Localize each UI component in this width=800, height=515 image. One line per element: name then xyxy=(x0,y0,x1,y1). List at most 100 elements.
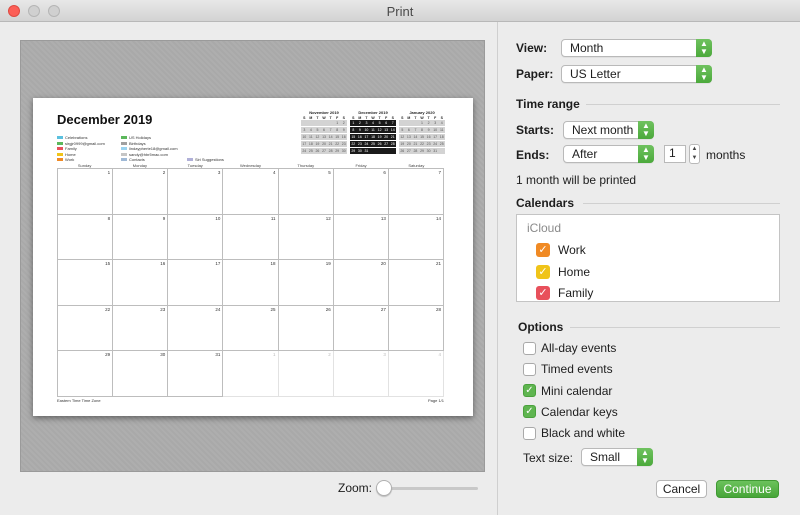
mini-day: 17 xyxy=(433,135,438,139)
day-cell: 1 xyxy=(58,169,114,215)
option-label: Mini calendar xyxy=(541,383,613,398)
mini-calendar-november: November 2019 S M T W T F S 1 2 3 4 5 6 7 8 9 10 11 12 13 14 1… xyxy=(301,110,347,155)
day-number: 6 xyxy=(383,170,386,175)
day-number: 10 xyxy=(215,215,221,221)
checkbox-checked-icon[interactable]: ✓ xyxy=(523,384,536,398)
legend-label: Celebrations xyxy=(65,135,88,141)
mini-day: 12 xyxy=(400,135,405,139)
ends-count-stepper[interactable]: ▲ ▼ xyxy=(689,144,700,164)
calendar-item-family[interactable]: ✓ Family xyxy=(536,285,593,301)
day-number: 27 xyxy=(380,306,386,312)
weekday-header: Tuesday xyxy=(187,163,203,168)
day-number: 20 xyxy=(380,261,386,267)
mini-day: 4 xyxy=(440,121,443,125)
day-number: 13 xyxy=(380,215,386,221)
legend-label: Siri Suggestions xyxy=(195,157,224,163)
mini-day: 16 xyxy=(426,135,431,139)
starts-popup[interactable]: Next month ▲ ▼ xyxy=(563,121,654,139)
mini-day: 9 xyxy=(342,128,345,132)
checkbox-checked-icon[interactable]: ✓ xyxy=(523,405,536,419)
chevron-updown-icon: ▲ ▼ xyxy=(696,65,712,83)
mini-day xyxy=(308,120,315,126)
mini-day: 18 xyxy=(439,135,444,139)
mini-day: 27 xyxy=(384,142,389,146)
mini-day xyxy=(301,120,308,126)
mini-day: 2 xyxy=(427,121,430,125)
mini-calendar-week: 12 xyxy=(301,120,347,126)
mini-day: 19 xyxy=(377,135,382,139)
mini-day: 26 xyxy=(315,149,320,153)
zoom-slider-knob[interactable] xyxy=(376,480,392,496)
day-number: 3 xyxy=(217,170,221,175)
window-title: Print xyxy=(386,4,414,19)
mini-day: 7 xyxy=(391,121,394,125)
mini-day: 28 xyxy=(390,142,395,146)
chevron-updown-icon: ▲ ▼ xyxy=(638,121,654,139)
zoom-slider-track[interactable] xyxy=(381,487,478,490)
month-grid: Sunday Monday Tuesday Wednesday Thursday Frid… xyxy=(57,163,444,397)
day-number: 19 xyxy=(325,261,331,267)
text-size-label: Text size: xyxy=(523,451,574,465)
day-cell: 24 xyxy=(168,305,224,352)
chevron-updown-icon: ▲ ▼ xyxy=(696,39,712,57)
mini-calendar-december: December 2019 S M T W T F S 1 2 3 4 5 6 7 8 9 10 11 12 13 14 1… xyxy=(350,110,396,155)
day-number: 29 xyxy=(105,352,111,358)
paper-popup[interactable]: US Letter ▲ ▼ xyxy=(561,65,712,83)
continue-button[interactable]: Continue xyxy=(716,480,779,498)
view-popup[interactable]: Month ▲ ▼ xyxy=(561,39,712,57)
mini-day: 12 xyxy=(377,128,382,132)
day-cell: 25 xyxy=(223,305,279,352)
day-cell: 18 xyxy=(223,260,279,306)
cancel-button[interactable]: Cancel xyxy=(656,480,707,498)
ends-value: After xyxy=(572,147,598,161)
week-row: 15 16 17 18 19 20 21 xyxy=(58,260,444,306)
checkbox-checked-icon[interactable]: ✓ xyxy=(536,264,550,279)
day-number: 15 xyxy=(105,261,111,267)
text-size-popup[interactable]: Small ▲ ▼ xyxy=(581,448,653,466)
option-mini-calendar[interactable]: ✓ Mini calendar xyxy=(523,383,612,399)
mini-day: 20 xyxy=(406,142,411,146)
checkbox-checked-icon[interactable]: ✓ xyxy=(536,243,550,257)
ends-popup[interactable]: After ▲ ▼ xyxy=(563,145,654,163)
legend-swatch xyxy=(121,141,127,145)
checkbox-checked-icon[interactable]: ✓ xyxy=(536,286,550,300)
legend-swatch xyxy=(57,158,63,162)
calendar-item-home[interactable]: ✓ Home xyxy=(536,264,590,280)
mini-day: 20 xyxy=(384,135,389,139)
mini-day: 14 xyxy=(413,135,418,139)
checkbox-empty-icon[interactable] xyxy=(523,362,536,376)
mini-calendar-week: 8 9 10 11 12 13 14 xyxy=(350,127,396,133)
time-range-rule xyxy=(586,104,780,105)
mini-day: 19 xyxy=(315,142,320,146)
option-timed-events[interactable]: Timed events xyxy=(523,361,613,377)
mini-day: 10 xyxy=(302,135,307,139)
mini-calendar-week: 10 11 12 13 14 15 16 xyxy=(301,134,347,140)
mini-day: 29 xyxy=(351,149,356,153)
mini-day: 3 xyxy=(434,121,437,125)
mini-day: 1 xyxy=(421,121,423,125)
mini-calendar-week: 19 20 21 22 23 24 25 xyxy=(399,141,445,147)
calendar-item-work[interactable]: ✓ Work xyxy=(536,242,586,258)
legend-swatch xyxy=(121,158,127,162)
mini-day: 15 xyxy=(420,135,424,139)
day-cell: 3 xyxy=(333,351,389,397)
checkbox-empty-icon[interactable] xyxy=(523,426,536,440)
mini-day: 8 xyxy=(352,128,355,132)
options-rule xyxy=(570,327,780,328)
option-label: Calendar keys xyxy=(541,404,618,419)
day-number: 22 xyxy=(105,306,111,312)
mini-day xyxy=(412,120,419,126)
ends-count-field[interactable]: 1 xyxy=(664,145,686,163)
mini-day: 7 xyxy=(329,128,332,132)
mini-day: 14 xyxy=(328,135,333,139)
option-black-and-white[interactable]: Black and white xyxy=(523,425,625,441)
starts-value: Next month xyxy=(572,123,634,137)
day-cell: 6 xyxy=(333,169,389,215)
day-number: 31 xyxy=(215,352,221,358)
week-row: 22 23 24 25 26 27 28 xyxy=(58,305,444,352)
option-all-day-events[interactable]: All-day events xyxy=(523,340,616,356)
mini-day: 15 xyxy=(335,135,340,139)
option-calendar-keys[interactable]: ✓ Calendar keys xyxy=(523,404,618,420)
checkbox-empty-icon[interactable] xyxy=(523,341,536,355)
mini-day: 22 xyxy=(351,142,356,146)
